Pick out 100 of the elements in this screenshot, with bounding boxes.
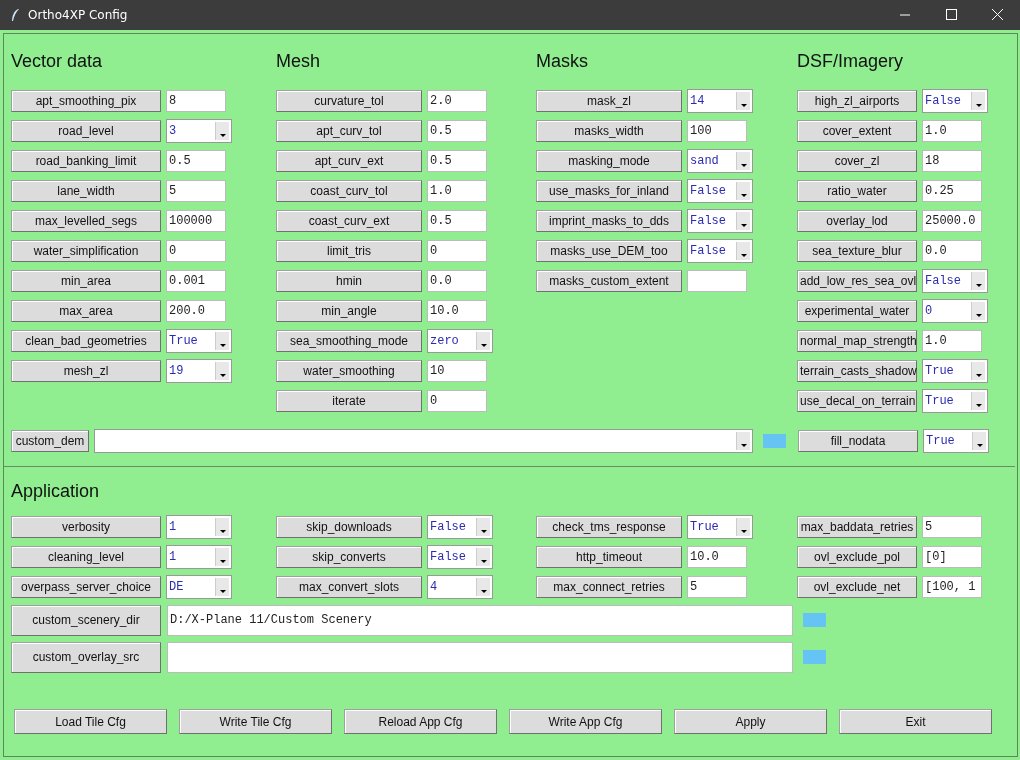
parameter-button[interactable]: lane_width (11, 180, 161, 202)
parameter-button[interactable]: high_zl_airports (797, 90, 917, 112)
input-field[interactable]: 5 (922, 516, 982, 538)
parameter-button[interactable]: clean_bad_geometries (11, 330, 161, 352)
dropdown-field[interactable]: DE (166, 575, 232, 599)
parameter-button[interactable]: curvature_tol (276, 90, 422, 112)
input-field[interactable]: 100 (687, 120, 747, 142)
input-field[interactable]: 100000 (166, 210, 226, 232)
input-field[interactable]: 1.0 (922, 120, 982, 142)
parameter-button[interactable]: skip_converts (276, 546, 422, 568)
parameter-button[interactable]: sea_smoothing_mode (276, 330, 422, 352)
input-field[interactable]: 0 (427, 240, 487, 262)
input-field[interactable]: 0.5 (427, 210, 487, 232)
input-field[interactable]: 18 (922, 150, 982, 172)
action-button[interactable]: Apply (674, 709, 827, 734)
input-field[interactable]: 5 (687, 576, 747, 598)
input-field[interactable]: 0.001 (166, 270, 226, 292)
parameter-button[interactable]: cover_extent (797, 120, 917, 142)
parameter-button[interactable]: min_angle (276, 300, 422, 322)
dropdown-field[interactable]: False (687, 239, 753, 263)
action-button[interactable]: Exit (839, 709, 992, 734)
parameter-button[interactable]: imprint_masks_to_dds (536, 210, 682, 232)
input-field[interactable]: 0.25 (922, 180, 982, 202)
parameter-button[interactable]: masks_use_DEM_too (536, 240, 682, 262)
input-field[interactable]: 2.0 (427, 90, 487, 112)
dropdown-field[interactable]: 14 (687, 89, 753, 113)
parameter-button[interactable]: apt_curv_tol (276, 120, 422, 142)
parameter-button[interactable]: apt_curv_ext (276, 150, 422, 172)
parameter-button[interactable]: use_decal_on_terrain (797, 390, 917, 412)
input-field[interactable]: 10 (427, 360, 487, 382)
dropdown-field[interactable]: False (427, 545, 493, 569)
parameter-button[interactable]: experimental_water (797, 300, 917, 322)
dropdown-field[interactable]: 3 (166, 119, 232, 143)
dropdown-field[interactable]: 4 (427, 575, 493, 599)
path-input-field[interactable] (167, 641, 793, 673)
dropdown-field[interactable]: False (427, 515, 493, 539)
parameter-button[interactable]: overpass_server_choice (11, 576, 161, 598)
dropdown-field[interactable]: True (923, 429, 989, 453)
action-button[interactable]: Write App Cfg (509, 709, 662, 734)
parameter-button[interactable]: custom_dem (11, 430, 89, 452)
action-button[interactable]: Write Tile Cfg (179, 709, 332, 734)
parameter-button[interactable]: fill_nodata (798, 430, 918, 452)
dropdown-field[interactable]: False (922, 269, 988, 293)
parameter-button[interactable]: masks_custom_extent (536, 270, 682, 292)
input-field[interactable]: [100, 1 (922, 576, 982, 598)
dropdown-field[interactable]: False (687, 209, 753, 233)
input-field[interactable]: 0.5 (427, 120, 487, 142)
dropdown-field[interactable]: zero (427, 329, 493, 353)
parameter-button[interactable]: max_area (11, 300, 161, 322)
parameter-button[interactable]: custom_scenery_dir (11, 604, 161, 636)
dropdown-field[interactable]: 1 (166, 545, 232, 569)
parameter-button[interactable]: use_masks_for_inland (536, 180, 682, 202)
input-field[interactable]: 10.0 (427, 300, 487, 322)
input-field[interactable]: 25000.0 (922, 210, 982, 232)
input-field[interactable]: 1.0 (922, 330, 982, 352)
parameter-button[interactable]: road_level (11, 120, 161, 142)
parameter-button[interactable]: mask_zl (536, 90, 682, 112)
input-field[interactable] (687, 270, 747, 292)
parameter-button[interactable]: mesh_zl (11, 360, 161, 382)
input-field[interactable]: 0 (427, 390, 487, 412)
parameter-button[interactable]: limit_tris (276, 240, 422, 262)
dropdown-field[interactable]: False (687, 179, 753, 203)
input-field[interactable]: 1.0 (427, 180, 487, 202)
parameter-button[interactable]: custom_overlay_src (11, 641, 161, 673)
input-field[interactable]: 8 (166, 90, 226, 112)
parameter-button[interactable]: cleaning_level (11, 546, 161, 568)
parameter-button[interactable]: sea_texture_blur (797, 240, 917, 262)
parameter-button[interactable]: ovl_exclude_pol (797, 546, 917, 568)
parameter-button[interactable]: http_timeout (536, 546, 682, 568)
parameter-button[interactable]: apt_smoothing_pix (11, 90, 161, 112)
input-field[interactable]: 0 (166, 240, 226, 262)
dropdown-field[interactable]: 19 (166, 359, 232, 383)
input-field[interactable]: 0.0 (427, 270, 487, 292)
dropdown-field[interactable]: True (922, 359, 988, 383)
parameter-button[interactable]: verbosity (11, 516, 161, 538)
input-field[interactable]: 0.5 (166, 150, 226, 172)
parameter-button[interactable]: max_levelled_segs (11, 210, 161, 232)
parameter-button[interactable]: ratio_water (797, 180, 917, 202)
parameter-button[interactable]: max_baddata_retries (797, 516, 917, 538)
parameter-button[interactable]: coast_curv_ext (276, 210, 422, 232)
dropdown-field[interactable]: True (922, 389, 988, 413)
parameter-button[interactable]: overlay_lod (797, 210, 917, 232)
dropdown-field[interactable]: sand (687, 149, 753, 173)
parameter-button[interactable]: check_tms_response (536, 516, 682, 538)
parameter-button[interactable]: min_area (11, 270, 161, 292)
dropdown-field[interactable] (94, 429, 753, 453)
parameter-button[interactable]: add_low_res_sea_ovl (797, 270, 917, 292)
parameter-button[interactable]: road_banking_limit (11, 150, 161, 172)
action-button[interactable]: Load Tile Cfg (14, 709, 167, 734)
input-field[interactable]: 0.5 (427, 150, 487, 172)
parameter-button[interactable]: masking_mode (536, 150, 682, 172)
path-input-field[interactable]: D:/X-Plane 11/Custom Scenery (167, 604, 793, 636)
parameter-button[interactable]: iterate (276, 390, 422, 412)
parameter-button[interactable]: hmin (276, 270, 422, 292)
parameter-button[interactable]: max_convert_slots (276, 576, 422, 598)
dropdown-field[interactable]: True (687, 515, 753, 539)
parameter-button[interactable]: cover_zl (797, 150, 917, 172)
input-field[interactable]: 0.0 (922, 240, 982, 262)
parameter-button[interactable]: coast_curv_tol (276, 180, 422, 202)
parameter-button[interactable]: normal_map_strength (797, 330, 917, 352)
